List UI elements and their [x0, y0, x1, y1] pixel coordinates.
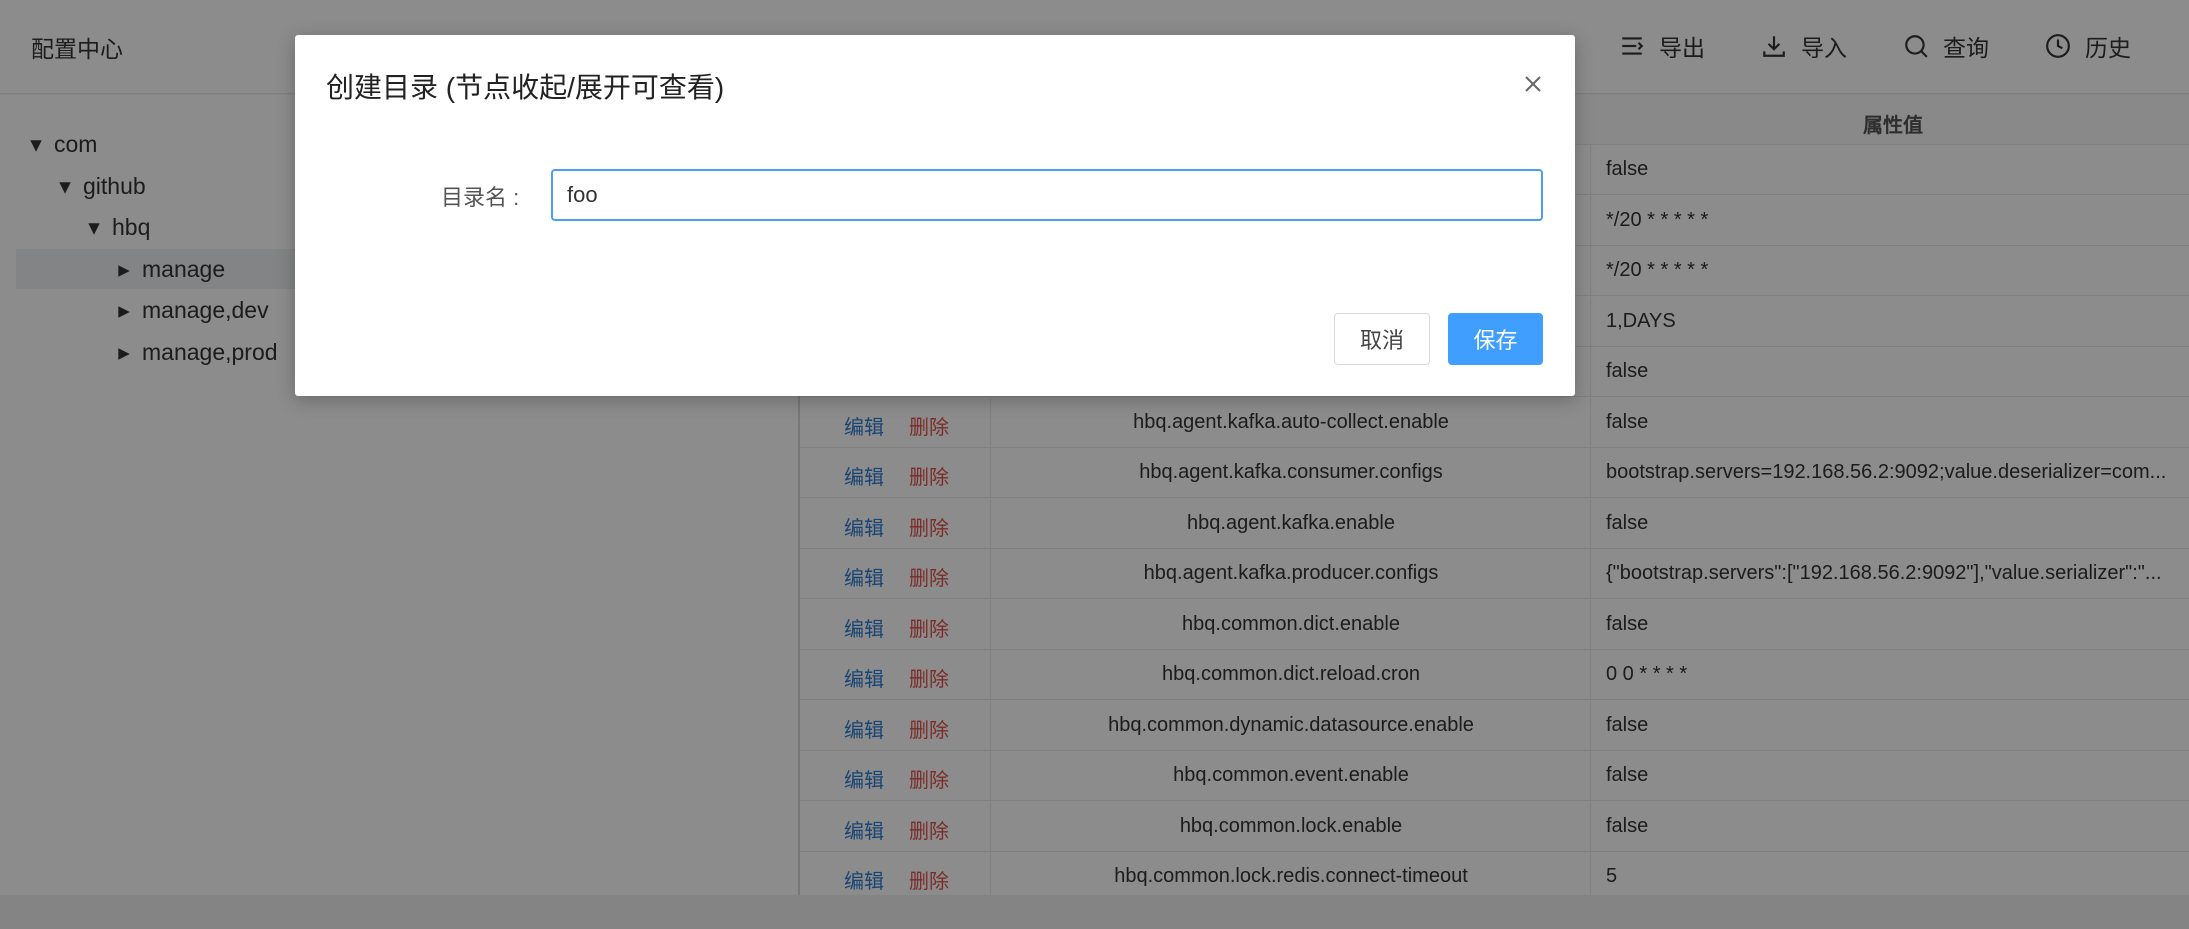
- create-directory-dialog: 创建目录 (节点收起/展开可查看) 目录名 : 取消 保存: [295, 35, 1575, 396]
- close-icon[interactable]: [1521, 72, 1545, 96]
- directory-name-input[interactable]: [551, 169, 1543, 221]
- cancel-button[interactable]: 取消: [1334, 313, 1430, 365]
- save-button[interactable]: 保存: [1448, 313, 1543, 365]
- dialog-title: 创建目录 (节点收起/展开可查看): [326, 72, 725, 103]
- app-root: 配置中心 导出 导入 查询 历史 ▾ com ▾ github ▾ hbq ▸ …: [0, 0, 2189, 929]
- directory-name-label: 目录名 :: [441, 185, 520, 210]
